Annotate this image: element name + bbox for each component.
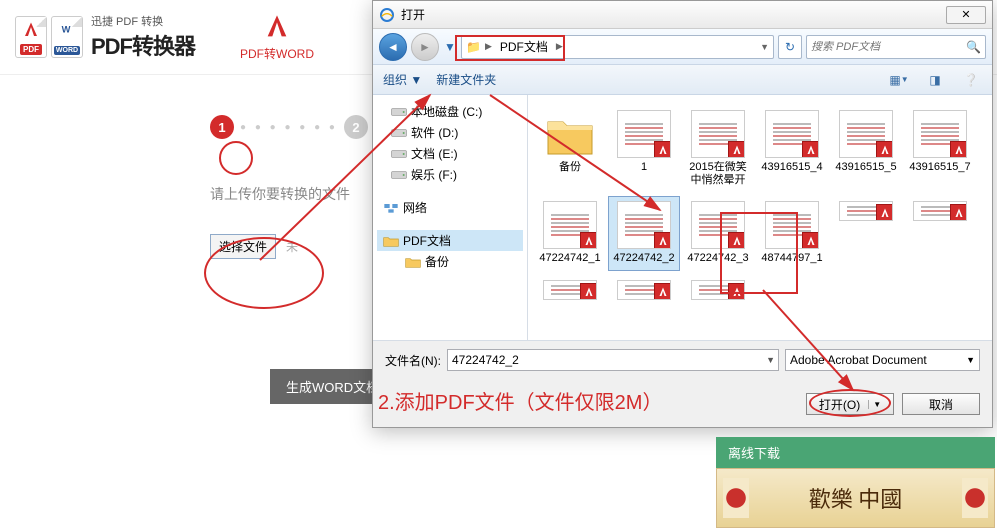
preview-pane-button[interactable]: ◨ — [924, 70, 946, 90]
pdf-file-icon: PDF — [15, 16, 47, 58]
file-item[interactable]: 47224742_1 — [534, 196, 606, 270]
filename-label: 文件名(N): — [385, 352, 441, 369]
svg-text:W: W — [62, 24, 71, 34]
logo-subtitle: 迅捷 PDF 转换 — [91, 13, 195, 29]
file-label: 43916515_4 — [761, 161, 822, 174]
file-item[interactable] — [534, 275, 606, 305]
path-dropdown-icon[interactable]: ▼ — [760, 42, 769, 52]
folder-tree: 本地磁盘 (C:) 软件 (D:) 文档 (E:) 娱乐 (F:) 网络 PDF… — [373, 95, 528, 340]
tree-drive-f[interactable]: 娱乐 (F:) — [377, 164, 523, 185]
dialog-close-button[interactable]: ✕ — [946, 6, 986, 24]
filetype-select[interactable]: Adobe Acrobat Document▼ — [785, 349, 980, 371]
dialog-titlebar: 打开 ✕ — [373, 1, 992, 29]
path-bar[interactable]: 📁 ▶ PDF文档 ▶ ▼ — [461, 35, 774, 59]
step-dots: ● ● ● ● ● ● ● — [240, 122, 338, 133]
tree-folder-backup[interactable]: 备份 — [377, 251, 523, 272]
path-segment[interactable]: PDF文档 — [496, 38, 552, 55]
open-button[interactable]: 打开(O)▼ — [806, 393, 894, 415]
dialog-nav: ◄ ► ▼ 📁 ▶ PDF文档 ▶ ▼ ↻ 🔍 — [373, 29, 992, 65]
file-item[interactable]: 43916515_4 — [756, 105, 828, 192]
file-label: 47224742_1 — [539, 252, 600, 265]
file-item[interactable] — [830, 196, 902, 226]
path-sep-icon: ▶ — [556, 41, 563, 52]
new-folder-button[interactable]: 新建文件夹 — [436, 71, 496, 88]
file-label: 47224742_3 — [687, 252, 748, 265]
search-box[interactable]: 🔍 — [806, 35, 986, 59]
search-icon[interactable]: 🔍 — [966, 40, 981, 54]
step-1: 1 — [210, 115, 234, 139]
filename-input[interactable] — [447, 349, 779, 371]
dialog-bottom: 文件名(N): ▼ Adobe Acrobat Document▼ 打开(O)▼… — [373, 340, 992, 427]
nav-forward-button[interactable]: ► — [411, 33, 439, 61]
view-mode-button[interactable]: ▦ ▼ — [888, 70, 910, 90]
logo-title: PDF转换器 — [91, 29, 195, 61]
dialog-toolbar: 组织 ▼ 新建文件夹 ▦ ▼ ◨ ❔ — [373, 65, 992, 95]
step-2: 2 — [344, 115, 368, 139]
sidebar: 离线下载 歡樂 中國 — [716, 437, 995, 528]
logo: PDF W WORD 迅捷 PDF 转换 PDF转换器 — [0, 13, 210, 61]
tree-drive-d[interactable]: 软件 (D:) — [377, 122, 523, 143]
folder-icon: 📁 — [466, 40, 481, 54]
cancel-button[interactable]: 取消 — [902, 393, 980, 415]
nav-pdf-to-word[interactable]: PDF转WORD — [240, 13, 314, 62]
tree-drive-c[interactable]: 本地磁盘 (C:) — [377, 101, 523, 122]
choose-file-button[interactable]: 选择文件 — [210, 234, 276, 259]
file-item[interactable]: 43916515_5 — [830, 105, 902, 192]
file-label: 2015在微笑中悄然晕开 — [685, 161, 751, 187]
file-status: 未 — [286, 238, 298, 255]
file-grid: 备份 1 2015在微笑中悄然晕开 43916515_4 43916515_5 43916… — [528, 95, 992, 340]
tree-network[interactable]: 网络 — [377, 197, 523, 218]
promo-banner[interactable]: 歡樂 中國 — [716, 468, 995, 528]
nav-back-button[interactable]: ◄ — [379, 33, 407, 61]
file-item[interactable] — [608, 275, 680, 305]
file-item[interactable]: 48744797_1 — [756, 196, 828, 270]
ie-icon — [379, 7, 395, 23]
file-open-dialog: 打开 ✕ ◄ ► ▼ 📁 ▶ PDF文档 ▶ ▼ ↻ 🔍 组织 ▼ 新建文件夹 … — [372, 0, 993, 428]
dialog-title: 打开 — [401, 6, 946, 23]
tree-drive-e[interactable]: 文档 (E:) — [377, 143, 523, 164]
file-item[interactable]: 2015在微笑中悄然晕开 — [682, 105, 754, 192]
file-item[interactable]: 47224742_2 — [608, 196, 680, 270]
file-label: 1 — [641, 161, 647, 174]
refresh-button[interactable]: ↻ — [778, 35, 802, 59]
file-item[interactable]: 43916515_7 — [904, 105, 976, 192]
file-label: 48744797_1 — [761, 252, 822, 265]
path-sep-icon: ▶ — [485, 41, 492, 52]
file-item[interactable] — [682, 275, 754, 305]
word-file-icon: W WORD — [51, 16, 83, 58]
file-item[interactable] — [904, 196, 976, 226]
organize-menu[interactable]: 组织 ▼ — [383, 71, 422, 88]
file-item[interactable]: 47224742_3 — [682, 196, 754, 270]
file-label: 47224742_2 — [613, 252, 674, 265]
file-label: 43916515_5 — [835, 161, 896, 174]
search-input[interactable] — [811, 41, 966, 53]
folder-item[interactable]: 备份 — [534, 105, 606, 192]
help-button[interactable]: ❔ — [960, 70, 982, 90]
nav-history-dropdown[interactable]: ▼ — [443, 33, 457, 61]
tree-folder-pdf[interactable]: PDF文档 — [377, 230, 523, 251]
file-label: 43916515_7 — [909, 161, 970, 174]
file-label: 备份 — [559, 161, 581, 174]
offline-download-link[interactable]: 离线下载 — [716, 437, 995, 468]
file-item[interactable]: 1 — [608, 105, 680, 192]
